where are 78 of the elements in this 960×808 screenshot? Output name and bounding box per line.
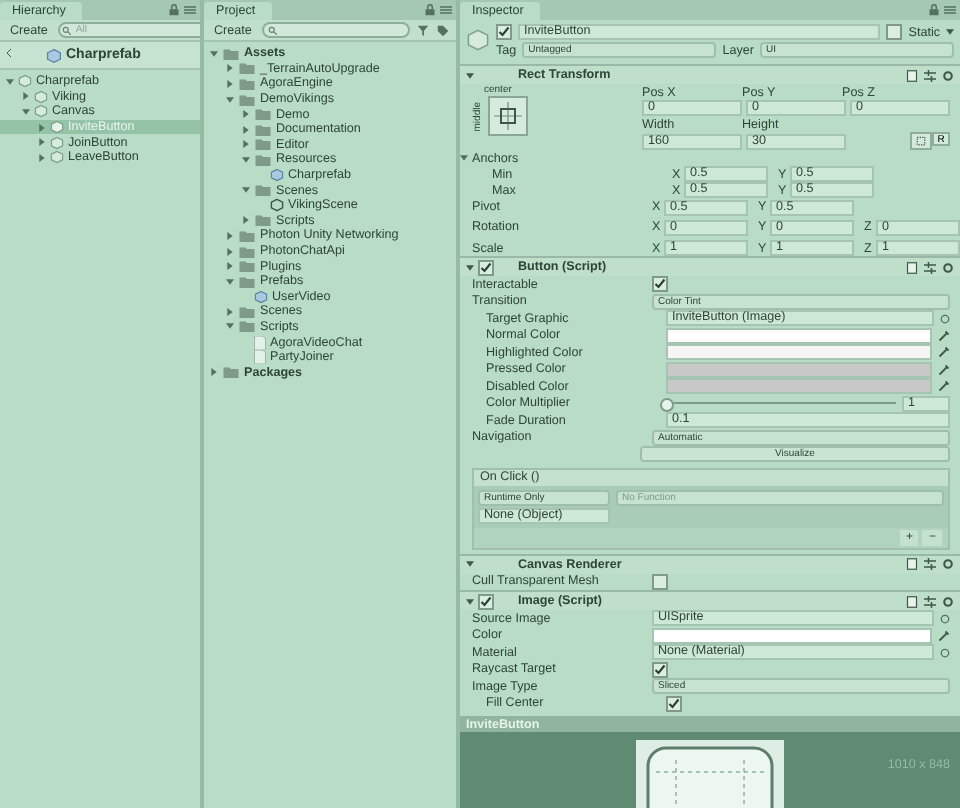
sliders-icon[interactable] — [924, 261, 936, 274]
collapsed-arrow-icon[interactable] — [226, 262, 234, 271]
caret-icon[interactable] — [946, 28, 954, 36]
search-field[interactable] — [261, 22, 410, 38]
sliders-icon[interactable] — [924, 595, 936, 608]
help-book-icon[interactable] — [906, 261, 918, 274]
lock-icon[interactable] — [424, 4, 436, 16]
collapsed-arrow-icon[interactable] — [22, 92, 30, 101]
collapsed-arrow-icon[interactable] — [226, 307, 234, 316]
expanded-arrow-icon[interactable] — [226, 277, 234, 286]
expanded-arrow-icon[interactable] — [242, 155, 250, 164]
collapsed-arrow-icon[interactable] — [210, 368, 218, 377]
expanded-arrow-icon[interactable] — [466, 263, 474, 272]
cube-icon — [466, 28, 490, 52]
expanded-arrow-icon[interactable] — [242, 186, 250, 195]
collapsed-arrow-icon[interactable] — [242, 125, 250, 134]
checkbox[interactable] — [886, 24, 903, 40]
search-icon — [267, 25, 278, 35]
collapsed-arrow-icon[interactable] — [38, 153, 46, 162]
checkbox[interactable] — [496, 24, 512, 40]
expanded-arrow-icon[interactable] — [460, 154, 468, 163]
collapsed-arrow-icon[interactable] — [38, 138, 46, 147]
eyedropper-icon[interactable] — [938, 380, 950, 393]
expanded-arrow-icon[interactable] — [226, 95, 234, 104]
sliders-icon[interactable] — [924, 69, 936, 81]
eyedropper-icon[interactable] — [938, 629, 950, 642]
gear-icon[interactable] — [942, 558, 954, 571]
collapsed-arrow-icon[interactable] — [226, 79, 234, 88]
help-book-icon[interactable] — [906, 558, 918, 571]
help-book-icon[interactable] — [906, 69, 918, 81]
checkbox[interactable] — [652, 276, 668, 293]
collapsed-arrow-icon[interactable] — [242, 216, 250, 225]
collapsed-arrow-icon[interactable] — [226, 231, 234, 240]
color-field[interactable] — [666, 344, 932, 361]
lock-icon[interactable] — [168, 4, 180, 16]
expanded-arrow-icon[interactable] — [466, 597, 474, 606]
collapsed-arrow-icon[interactable] — [242, 110, 250, 119]
lock-icon[interactable] — [928, 4, 940, 16]
gear-icon[interactable] — [942, 595, 954, 608]
color-field[interactable] — [666, 361, 932, 378]
anchor-preset-icon[interactable] — [488, 96, 528, 136]
collapsed-arrow-icon[interactable] — [226, 247, 234, 256]
expanded-arrow-icon[interactable] — [226, 322, 234, 331]
gear-icon[interactable] — [942, 261, 954, 274]
expanded-arrow-icon[interactable] — [210, 49, 218, 58]
target-icon[interactable] — [940, 313, 950, 324]
eyedropper-icon[interactable] — [938, 346, 950, 359]
expanded-arrow-icon[interactable] — [6, 77, 14, 86]
search-icon — [61, 25, 72, 35]
menu-icon[interactable] — [440, 4, 452, 16]
color-field[interactable] — [652, 627, 932, 644]
collapsed-arrow-icon[interactable] — [38, 123, 46, 132]
slider-handle[interactable] — [660, 397, 674, 412]
checkbox[interactable] — [666, 695, 682, 712]
menu-icon[interactable] — [184, 4, 196, 16]
collapsed-arrow-icon[interactable] — [226, 64, 234, 73]
menu-icon[interactable] — [944, 4, 956, 16]
expanded-arrow-icon[interactable] — [466, 560, 474, 569]
dotted-square-icon — [916, 136, 926, 147]
eyedropper-icon[interactable] — [938, 329, 950, 342]
color-field[interactable] — [666, 378, 932, 395]
folder-icon — [222, 366, 240, 379]
cube-icon — [254, 289, 268, 304]
sliders-icon[interactable] — [924, 558, 936, 571]
cube-icon — [270, 168, 284, 183]
checkbox[interactable] — [478, 593, 494, 610]
eyedropper-icon[interactable] — [938, 363, 950, 376]
expanded-arrow-icon[interactable] — [466, 71, 474, 79]
color-field[interactable] — [666, 327, 932, 344]
target-icon[interactable] — [940, 647, 950, 658]
checkbox[interactable] — [652, 661, 668, 678]
collapsed-arrow-icon[interactable] — [242, 140, 250, 149]
gear-icon[interactable] — [942, 69, 954, 81]
checkbox[interactable] — [478, 259, 494, 276]
blueprint-button[interactable] — [910, 132, 932, 151]
target-icon[interactable] — [940, 613, 950, 624]
expanded-arrow-icon[interactable] — [22, 107, 30, 116]
help-book-icon[interactable] — [906, 595, 918, 608]
